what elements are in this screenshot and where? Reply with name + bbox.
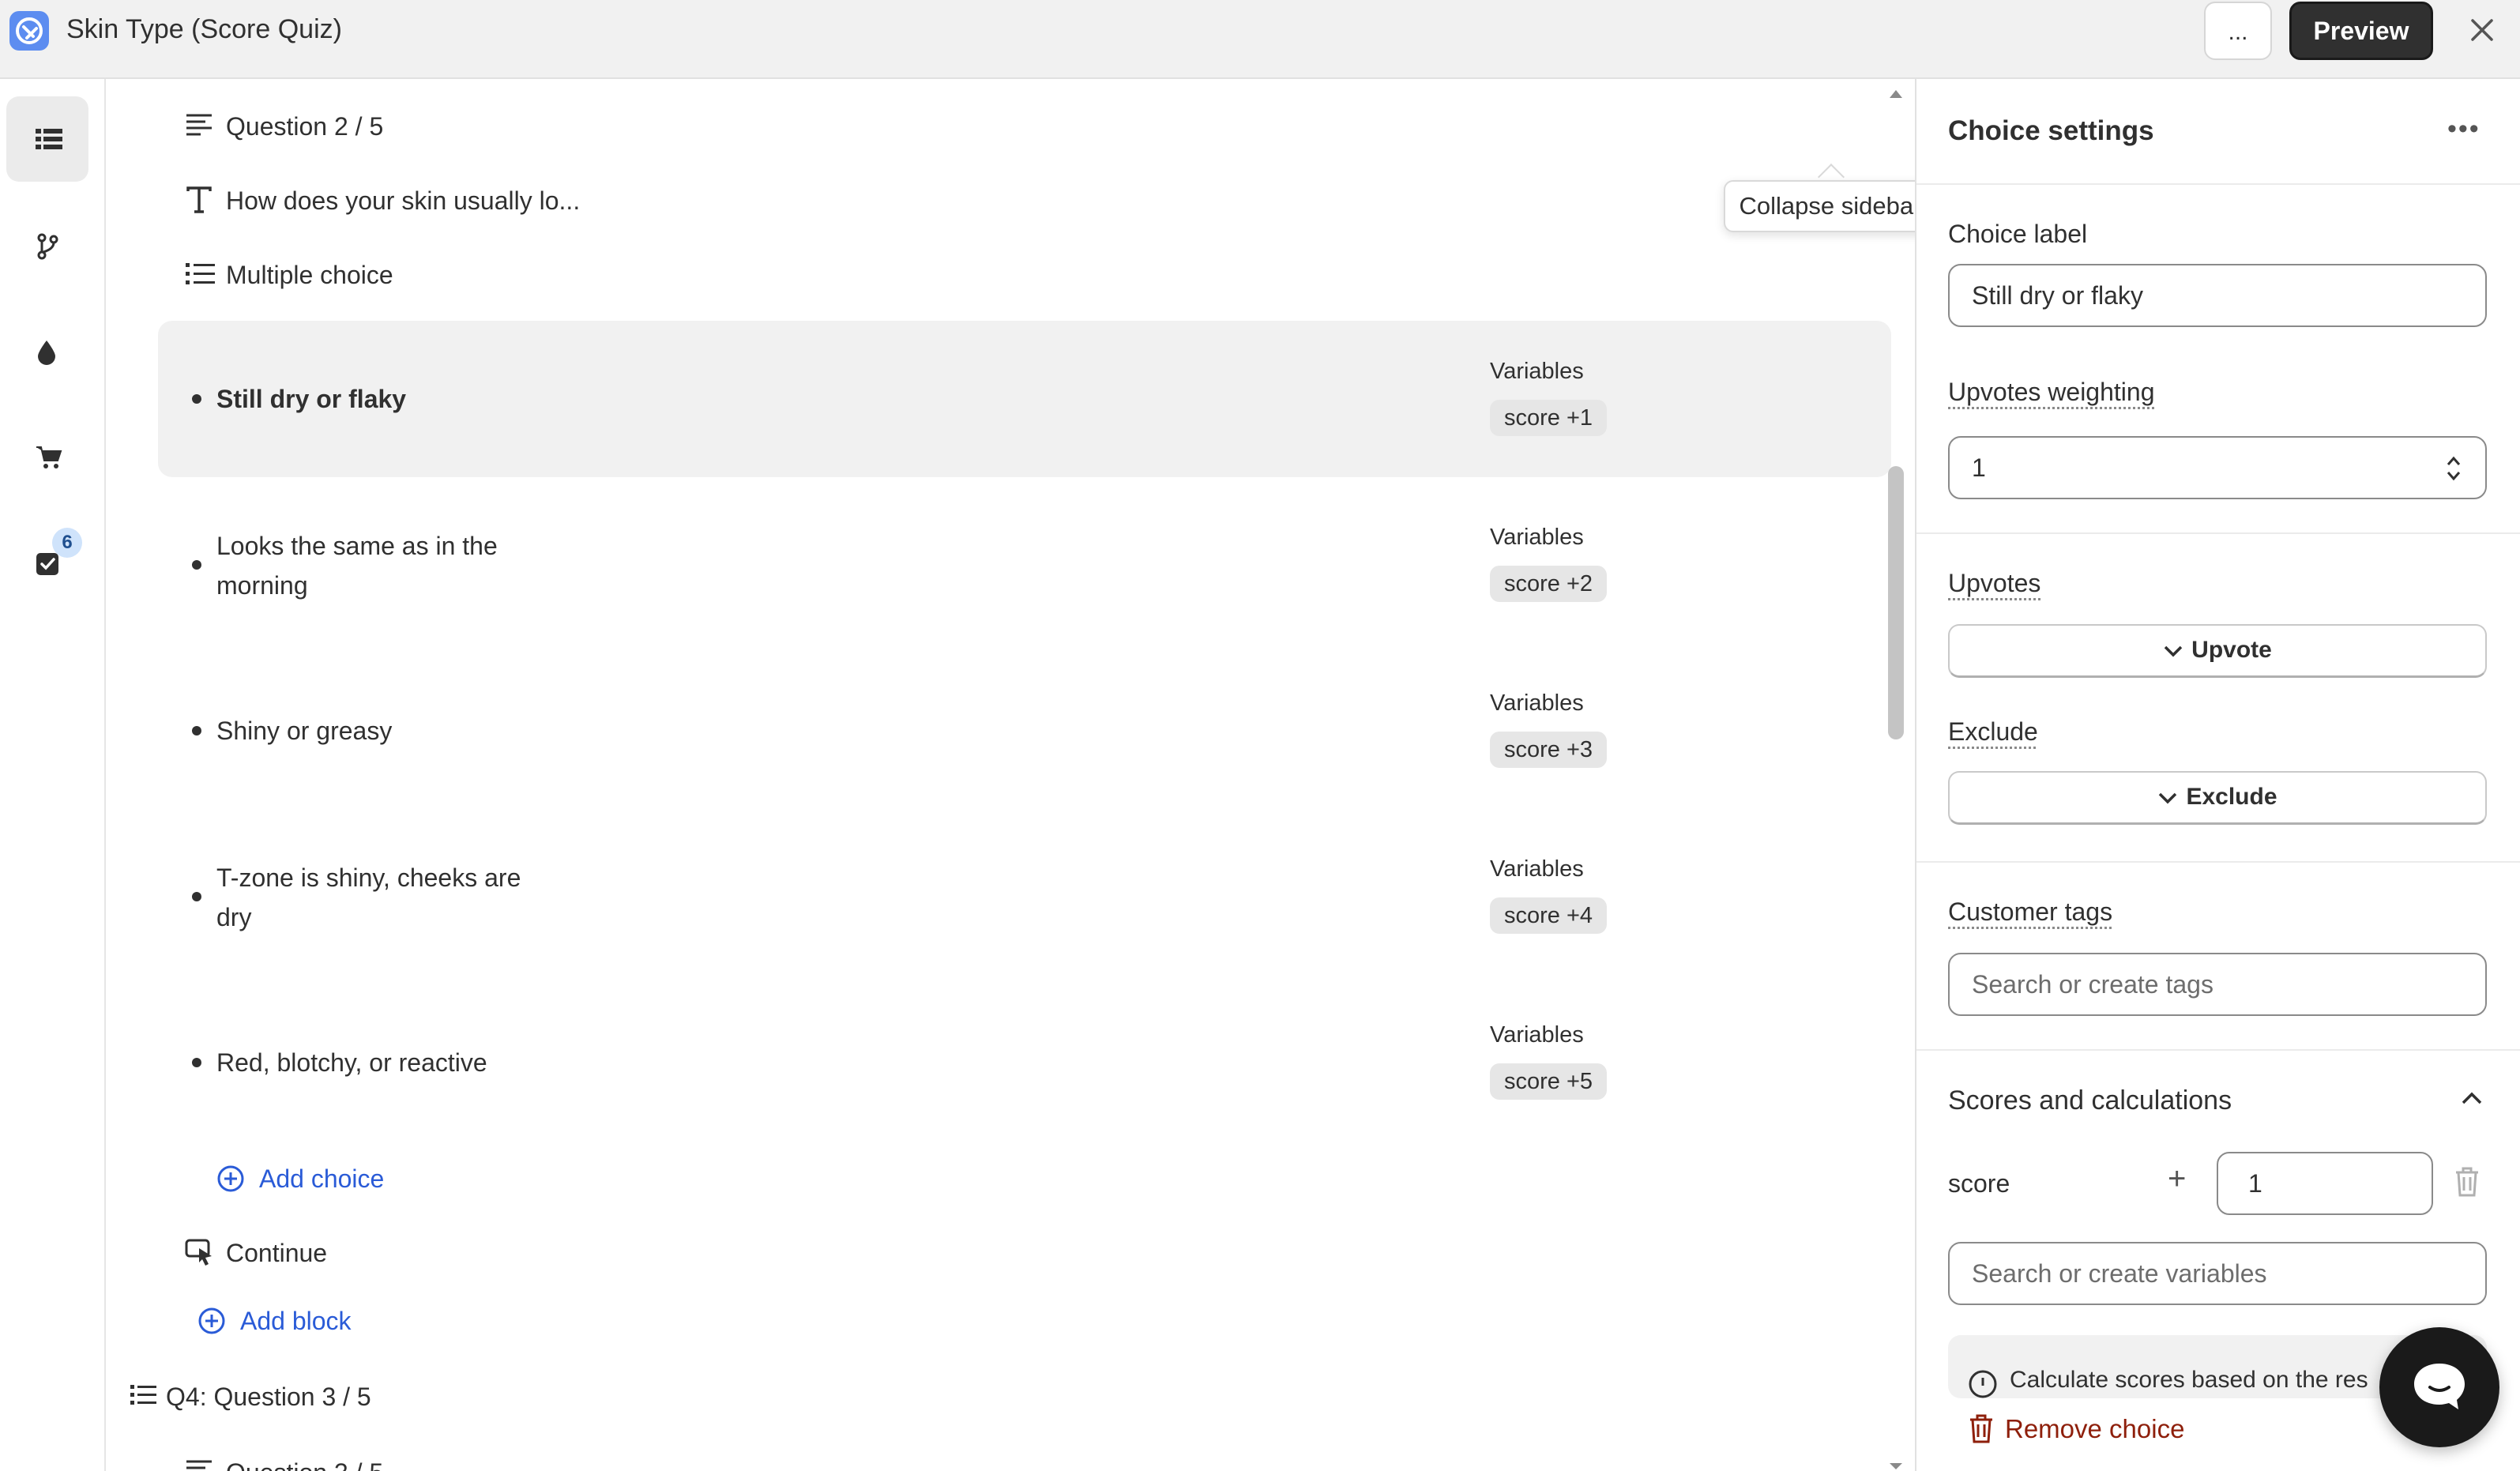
- score-value-input[interactable]: 1: [2217, 1152, 2433, 1215]
- trash-icon[interactable]: [2454, 1166, 2481, 1198]
- bullet-icon: [192, 726, 201, 736]
- preview-button[interactable]: Preview: [2289, 2, 2433, 60]
- collapse-sidebar-tooltip: Collapse sidebar: [1724, 180, 1937, 232]
- text-icon: [186, 186, 212, 213]
- app-logo-icon: [9, 11, 49, 51]
- bulleted-list-icon: [130, 1385, 156, 1405]
- rail-item-logic[interactable]: [6, 202, 88, 288]
- close-icon[interactable]: [2466, 14, 2498, 46]
- variables-label: Variables: [1490, 690, 1584, 716]
- scroll-down-arrow-icon: [1890, 1463, 1902, 1469]
- bullet-icon: [192, 394, 201, 404]
- choice-label: Still dry or flaky: [216, 385, 407, 413]
- chevron-down-icon: [2159, 792, 2177, 804]
- choice-label: Shiny or greasy: [216, 717, 393, 745]
- choice-label: T-zone is shiny, cheeks are dry: [216, 863, 521, 931]
- divider: [1916, 532, 2520, 534]
- upvotes-title: Upvotes: [1948, 569, 2041, 597]
- block-editor: Question 2 / 5 How does your skin usuall…: [106, 79, 1915, 1471]
- tasks-badge: 6: [52, 528, 82, 558]
- divider: [1916, 861, 2520, 863]
- divider: [1916, 1049, 2520, 1051]
- panel-title: Choice settings: [1948, 115, 2154, 146]
- rail-item-blocks[interactable]: [6, 96, 88, 182]
- page-title: Skin Type (Score Quiz): [66, 14, 342, 44]
- bullet-icon: [192, 560, 201, 570]
- customer-tags-input[interactable]: Search or create tags: [1948, 953, 2487, 1016]
- scroll-up-arrow-icon: [1890, 90, 1902, 98]
- upvote-dropdown-button[interactable]: Upvote: [1948, 624, 2487, 678]
- variable-tag: score +4: [1490, 897, 1608, 934]
- choice-item[interactable]: Red, blotchy, or reactive Variables scor…: [158, 984, 1891, 1141]
- bulleted-list-icon: [186, 263, 215, 284]
- divider: [1916, 183, 2520, 185]
- more-actions-button[interactable]: ...: [2204, 2, 2272, 60]
- bullet-icon: [192, 892, 201, 901]
- plus-circle-icon: [198, 1307, 225, 1334]
- choice-settings-panel: Choice settings ••• Choice label Still d…: [1915, 79, 2520, 1471]
- text-align-icon: [186, 1460, 212, 1469]
- choice-label: Looks the same as in the morning: [216, 532, 498, 600]
- cart-icon: [36, 446, 62, 468]
- branch-icon: [37, 233, 58, 260]
- variable-tag: score +1: [1490, 400, 1608, 436]
- rail-item-tasks[interactable]: 6: [6, 520, 88, 605]
- plus-circle-icon: [217, 1165, 244, 1192]
- choice-item[interactable]: T-zone is shiny, cheeks are dry Variable…: [158, 818, 1891, 975]
- score-variable-name: score: [1948, 1169, 2010, 1198]
- choice-item[interactable]: Still dry or flaky Variables score +1: [158, 321, 1891, 477]
- editor-scrollbar[interactable]: [1886, 87, 1905, 1471]
- scrollbar-thumb[interactable]: [1888, 466, 1904, 739]
- info-icon: [1969, 1370, 1997, 1398]
- bullet-icon: [192, 1058, 201, 1067]
- scores-section-title[interactable]: Scores and calculations: [1948, 1085, 2232, 1116]
- exclude-dropdown-button[interactable]: Exclude: [1948, 771, 2487, 825]
- chat-icon: [2414, 1364, 2465, 1409]
- panel-menu-icon[interactable]: •••: [2447, 114, 2481, 145]
- rail-item-products[interactable]: [6, 414, 88, 499]
- choice-item[interactable]: Shiny or greasy Variables score +3: [158, 653, 1891, 809]
- text-align-icon: [186, 114, 212, 136]
- choice-label-input[interactable]: Still dry or flaky: [1948, 264, 2487, 327]
- choice-label: Red, blotchy, or reactive: [216, 1048, 487, 1077]
- chat-support-button[interactable]: [2379, 1327, 2499, 1447]
- variable-tag: score +2: [1490, 566, 1608, 602]
- choice-item[interactable]: Looks the same as in the morning Variabl…: [158, 487, 1891, 643]
- chevron-up-icon[interactable]: [2460, 1089, 2484, 1108]
- trash-icon: [1970, 1414, 1992, 1443]
- list-icon: [36, 129, 62, 149]
- variable-tag: score +5: [1490, 1063, 1608, 1100]
- choice-label-title: Choice label: [1948, 220, 2088, 248]
- customer-tags-title: Customer tags: [1948, 897, 2113, 926]
- variables-label: Variables: [1490, 856, 1584, 882]
- cursor-click-icon: [185, 1239, 212, 1266]
- upvotes-weighting-input[interactable]: 1: [1948, 436, 2487, 499]
- rail-item-design[interactable]: [6, 308, 88, 393]
- chevron-down-icon: [2164, 645, 2183, 657]
- score-operator-button[interactable]: +: [2168, 1161, 2186, 1197]
- left-nav-rail: 6: [0, 79, 106, 1471]
- upvotes-weighting-title: Upvotes weighting: [1948, 378, 2155, 406]
- top-bar: Skin Type (Score Quiz) ... Preview: [0, 0, 2520, 79]
- upvotes-weighting-value: 1: [1972, 453, 1986, 482]
- variables-label: Variables: [1490, 1022, 1584, 1048]
- stepper-arrows-icon[interactable]: [2444, 453, 2463, 483]
- variable-tag: score +3: [1490, 732, 1608, 768]
- variables-label: Variables: [1490, 359, 1584, 384]
- droplet-icon: [38, 340, 55, 365]
- variables-search-input[interactable]: Search or create variables: [1948, 1242, 2487, 1305]
- variables-label: Variables: [1490, 525, 1584, 550]
- exclude-title: Exclude: [1948, 717, 2038, 746]
